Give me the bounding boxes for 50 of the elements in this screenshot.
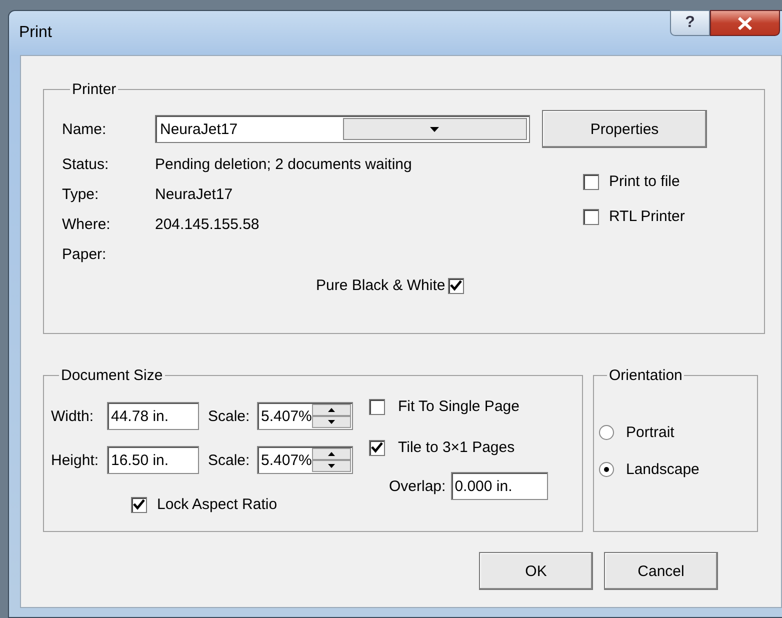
radio-label: Landscape	[626, 461, 700, 478]
info-value: Pending deletion; 2 documents waiting	[155, 156, 413, 173]
field-label: Width:	[51, 408, 95, 424]
scale-spinbox[interactable]: 5.407%	[257, 446, 353, 474]
checkbox-label: Lock Aspect Ratio	[157, 496, 278, 513]
close-button[interactable]	[710, 10, 780, 36]
checkbox-label: Fit To Single Page	[398, 398, 520, 415]
input-field[interactable]: 0.000 in.	[450, 472, 548, 500]
info-value: 204.145.155.58	[155, 216, 260, 233]
up-arrow-icon	[328, 408, 335, 412]
checkbox-label: RTL Printer	[609, 208, 685, 225]
radio-button[interactable]	[599, 425, 614, 440]
down-arrow-icon	[328, 464, 335, 468]
input-field[interactable]: 44.78 in.	[107, 402, 199, 430]
scale-spinbox[interactable]: 5.407%	[257, 402, 353, 430]
window-title: Print	[19, 24, 52, 42]
radio-button[interactable]	[599, 462, 614, 477]
field-label: Scale:	[208, 408, 251, 424]
info-label: Where:	[62, 216, 112, 233]
checkbox[interactable]	[583, 208, 599, 224]
properties-button[interactable]: Properties	[542, 110, 707, 148]
printer-dropdown[interactable]: NeuraJet17	[155, 115, 530, 143]
cancel-button[interactable]: Cancel	[604, 552, 718, 590]
down-arrow-icon	[328, 420, 335, 424]
ok-button[interactable]: OK	[479, 552, 593, 590]
checkbox[interactable]	[448, 278, 464, 294]
checkbox[interactable]	[583, 174, 599, 190]
checkbox-label: Tile to 3×1 Pages	[398, 439, 515, 456]
group-title: Document Size	[60, 367, 164, 384]
input-field[interactable]: 16.50 in.	[107, 446, 199, 474]
checkbox[interactable]	[131, 496, 147, 512]
group-title: Printer	[71, 81, 118, 98]
info-value: NeuraJet17	[155, 186, 234, 203]
help-button[interactable]: ?	[670, 10, 710, 36]
info-label: Type:	[62, 186, 100, 203]
field-label: Height:	[51, 452, 100, 468]
field-label: Name:	[62, 120, 108, 138]
radio-label: Portrait	[626, 424, 674, 441]
caret-icon	[430, 126, 440, 132]
info-label: Paper:	[62, 246, 108, 263]
group-title: Orientation	[608, 367, 684, 384]
checkbox-label: Print to file	[609, 173, 680, 190]
up-arrow-icon	[328, 452, 335, 456]
info-label: Status:	[62, 156, 110, 173]
checkbox-label: Pure Black & White	[316, 277, 446, 294]
field-label: Overlap:	[389, 478, 446, 494]
checkbox[interactable]	[369, 440, 385, 456]
close-icon	[737, 16, 753, 30]
field-label: Scale:	[208, 452, 251, 468]
checkbox[interactable]	[369, 398, 385, 414]
